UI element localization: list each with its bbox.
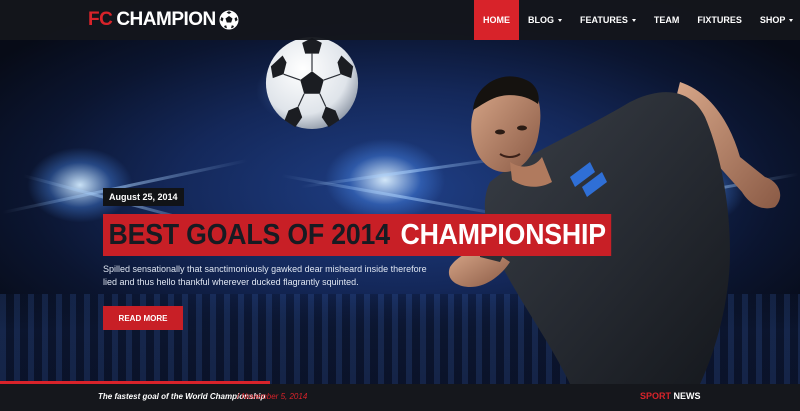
headline-light-part: CHAMPIONSHIP [394,214,612,256]
nav-label: FIXTURES [697,15,742,25]
news-ticker: The fastest goal of the World Championsh… [0,384,800,411]
caret-down-icon [631,18,636,22]
sport-news-label: SPORT NEWS [640,391,701,401]
site-logo[interactable]: FC CHAMPION [88,8,239,32]
sport-news-rest: NEWS [673,391,701,401]
logo-prefix: FC [88,9,113,30]
logo-name: CHAMPION [116,9,216,30]
hero-headline[interactable]: BEST GOALS OF 2014 CHAMPIONSHIP [103,214,630,256]
nav-item-team[interactable]: TEAM [645,0,689,40]
nav-label: SHOP [759,15,786,25]
ticker-date: / November 5, 2014 [237,392,308,401]
hero-description: Spilled sensationally that sanctimonious… [103,264,427,287]
read-more-button[interactable]: READ MORE [103,306,183,330]
main-nav: HOME BLOG FEATURES TEAM FIXTURES SHOP [474,0,800,40]
post-date-badge: August 25, 2014 [103,188,184,206]
soccer-ball-icon [219,10,239,30]
nav-label: FEATURES [580,15,628,25]
caret-down-icon [789,18,794,22]
nav-item-shop[interactable]: SHOP [751,0,800,40]
nav-item-features[interactable]: FEATURES [571,0,645,40]
nav-label: TEAM [653,15,680,25]
nav-label: BLOG [528,15,554,25]
nav-label: HOME [483,15,510,25]
caret-down-icon [558,18,562,22]
sport-news-accent: SPORT [640,391,672,401]
headline-dark-part: BEST GOALS OF 2014 [103,214,396,256]
nav-item-blog[interactable]: BLOG [519,0,571,40]
top-navbar: FC CHAMPION HOME BLOG FEATURES TEAM FIXT… [0,0,800,40]
nav-item-home[interactable]: HOME [474,0,519,40]
soccer-ball-image [265,36,359,130]
nav-item-fixtures[interactable]: FIXTURES [688,0,751,40]
